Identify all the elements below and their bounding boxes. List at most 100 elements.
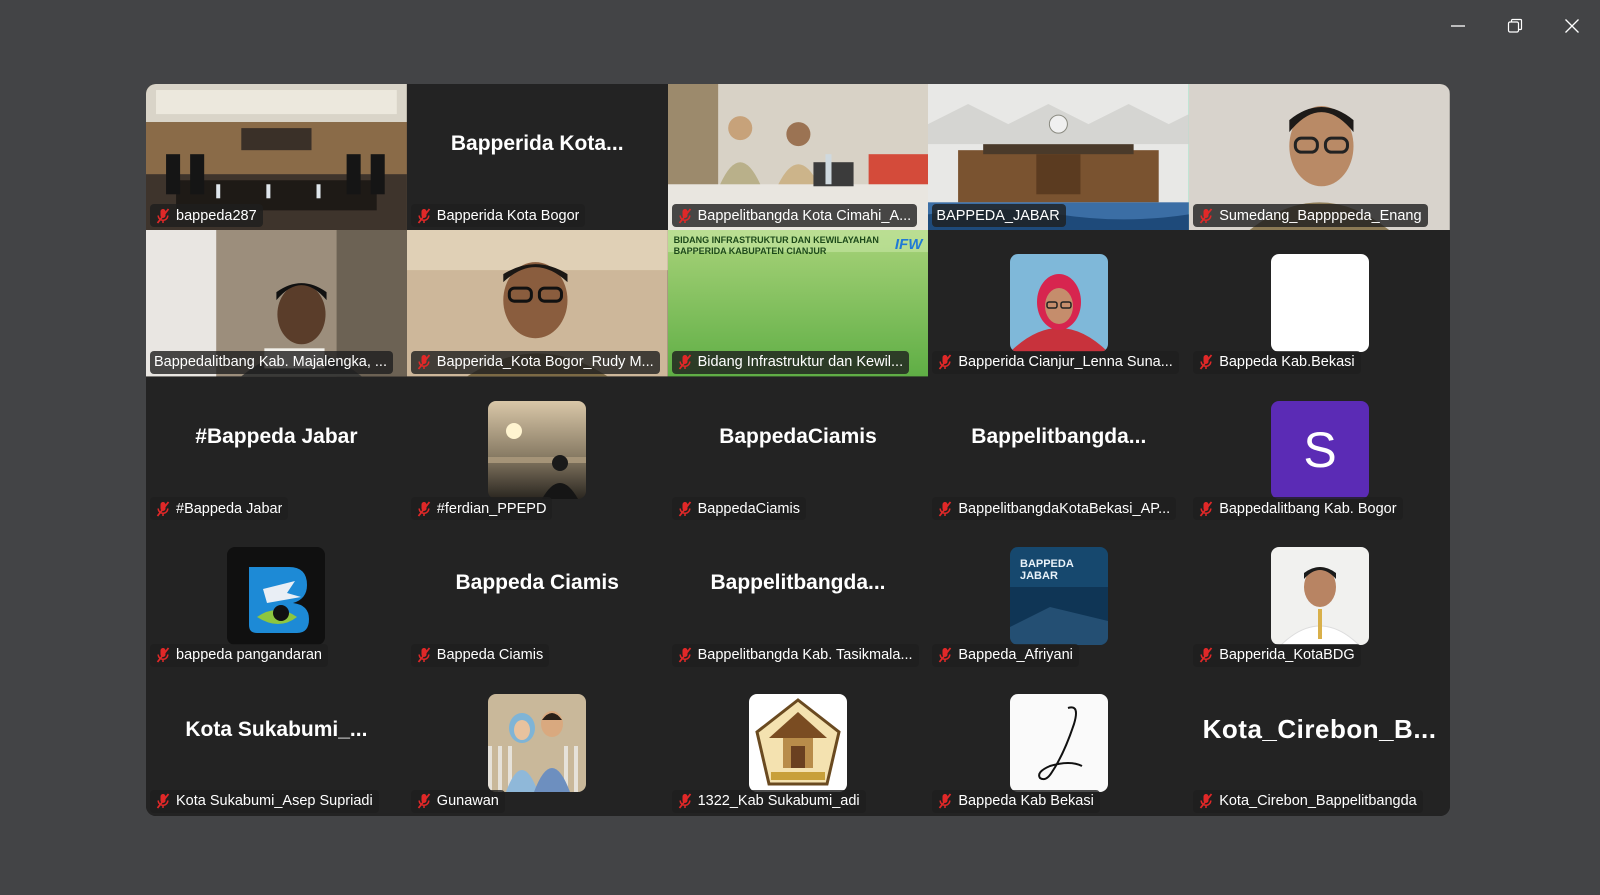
- participant-name-label: Bappeda_Afriyani: [932, 643, 1079, 667]
- participant-tile[interactable]: Bapperida_Kota Bogor_Rudy M...: [406, 230, 668, 377]
- participant-name-label: Kota_Cirebon_Bappelitbangda: [1193, 789, 1423, 813]
- banner-logo: IFW: [894, 236, 923, 254]
- muted-mic-icon: [415, 792, 433, 810]
- participant-name: Bidang Infrastruktur dan Kewil...: [697, 354, 904, 371]
- participant-name: Bapperida_KotaBDG: [1219, 647, 1355, 664]
- participant-tile[interactable]: Bappeda Kab Bekasi: [928, 669, 1190, 816]
- participant-display-name: Bapperida Kota...: [450, 132, 624, 155]
- participant-name: Bapperida Cianjur_Lenna Suna...: [958, 354, 1173, 371]
- muted-mic-icon: [936, 500, 954, 518]
- participant-tile[interactable]: BIDANG INFRASTRUKTUR DAN KEWILAYAHAN BAPP…: [667, 230, 929, 377]
- participant-display-name: BappedaCiamis: [719, 424, 877, 448]
- participant-name-label: Bappelitbangda Kota Cimahi_A...: [671, 204, 918, 228]
- participant-tile[interactable]: BappedaCiamis BappedaCiamis: [667, 376, 929, 524]
- participant-avatar: [227, 547, 326, 646]
- participant-name-label: Bapperida Kota Bogor: [410, 204, 586, 228]
- participant-tile[interactable]: Bapperida_KotaBDG: [1189, 523, 1450, 670]
- participant-tile[interactable]: Kota Sukabumi_... Kota Sukabumi_Asep Supr…: [146, 669, 407, 816]
- participant-avatar: BAPPEDA JABAR: [1009, 547, 1108, 646]
- muted-mic-icon: [415, 207, 433, 225]
- muted-mic-icon: [1197, 792, 1215, 810]
- participant-name-label: Bidang Infrastruktur dan Kewil...: [671, 350, 910, 374]
- participant-avatar: [1270, 547, 1369, 646]
- participant-tile[interactable]: Kota_Cirebon_B... Kota_Cirebon_Bappelitba…: [1189, 669, 1450, 816]
- participant-display-name: Bappeda Ciamis: [455, 571, 619, 595]
- participant-tile[interactable]: Sumedang_Bappppeda_Enang: [1189, 84, 1450, 231]
- participant-display-name: Bappelitbangda...: [710, 571, 886, 595]
- avatar-letter: S: [1303, 422, 1336, 478]
- close-icon: [1564, 19, 1579, 33]
- restore-button[interactable]: [1486, 0, 1543, 52]
- minimize-icon: [1450, 25, 1465, 27]
- participant-avatar: [1009, 254, 1108, 353]
- banner-subtitle: BAPPERIDA KABUPATEN CIANJUR: [673, 246, 827, 257]
- participant-display-name: Kota Sukabumi_...: [185, 717, 368, 741]
- muted-mic-icon: [415, 353, 433, 371]
- participant-name-label: Sumedang_Bappppeda_Enang: [1193, 204, 1428, 228]
- participant-name-label: Kota Sukabumi_Asep Supriadi: [150, 789, 379, 813]
- participant-tile[interactable]: Bappelitbangda Kota Cimahi_A...: [667, 84, 929, 231]
- participant-name-label: Bappeda Kab.Bekasi: [1193, 350, 1361, 374]
- participant-tile[interactable]: Bapperida Kota... Bapperida Kota Bogor: [406, 84, 668, 231]
- participant-name: BappedaCiamis: [697, 500, 800, 517]
- book-cover-text: BAPPEDA: [1020, 558, 1074, 570]
- participant-tile[interactable]: 1322_Kab Sukabumi_adi: [667, 669, 929, 816]
- participant-name-label: BAPPEDA_JABAR: [932, 204, 1066, 228]
- participant-name-label: Bappedalitbang Kab. Majalengka, ...: [150, 350, 393, 374]
- participant-name-label: bappeda287: [150, 204, 263, 228]
- restore-icon: [1507, 18, 1522, 33]
- participant-tile[interactable]: BAPPEDA JABAR Bappeda_Afriyani: [928, 523, 1190, 670]
- muted-mic-icon: [676, 353, 694, 371]
- close-button[interactable]: [1543, 0, 1600, 52]
- window-controls: [1429, 0, 1600, 52]
- participant-name-label: Bapperida_KotaBDG: [1193, 643, 1361, 667]
- participant-tile[interactable]: Bappelitbangda... BappelitbangdaKotaBekas…: [928, 376, 1190, 524]
- participant-tile[interactable]: Bappeda Kab.Bekasi: [1189, 230, 1450, 377]
- participant-name: Gunawan: [436, 793, 499, 810]
- participant-name-label: Bappeda Ciamis: [410, 643, 550, 667]
- muted-mic-icon: [1197, 207, 1215, 225]
- muted-mic-icon: [936, 646, 954, 664]
- participant-avatar: [488, 400, 587, 499]
- participant-tile[interactable]: Bappeda Ciamis Bappeda Ciamis: [406, 523, 668, 670]
- participant-name: Bappeda Kab.Bekasi: [1219, 354, 1355, 371]
- participant-name: Bappeda_Afriyani: [958, 647, 1073, 664]
- participant-name: Bapperida_Kota Bogor_Rudy M...: [436, 354, 654, 371]
- participant-tile[interactable]: Gunawan: [406, 669, 668, 816]
- participant-name-label: BappelitbangdaKotaBekasi_AP...: [932, 497, 1177, 521]
- participant-display-name: #Bappeda Jabar: [195, 424, 358, 448]
- minimize-button[interactable]: [1429, 0, 1486, 52]
- muted-mic-icon: [936, 792, 954, 810]
- participant-name: Kota Sukabumi_Asep Supriadi: [176, 793, 373, 810]
- participant-tile[interactable]: Bappedalitbang Kab. Majalengka, ...: [146, 230, 407, 377]
- participant-name-label: #ferdian_PPEPD: [410, 497, 553, 521]
- participant-name: BappelitbangdaKotaBekasi_AP...: [958, 500, 1171, 517]
- muted-mic-icon: [676, 207, 694, 225]
- banner-title: BIDANG INFRASTRUKTUR DAN KEWILAYAHAN: [673, 235, 879, 246]
- participant-name-label: #Bappeda Jabar: [150, 497, 289, 521]
- video-gallery: bappeda287 Bapperida Kota... Bapperida Kot…: [146, 84, 1450, 816]
- participant-name: Sumedang_Bappppeda_Enang: [1219, 207, 1422, 224]
- participant-tile[interactable]: #ferdian_PPEPD: [406, 376, 668, 524]
- muted-mic-icon: [676, 500, 694, 518]
- muted-mic-icon: [936, 353, 954, 371]
- participant-tile[interactable]: Bappelitbangda... Bappelitbangda Kab. Tas…: [667, 523, 929, 670]
- participant-tile[interactable]: Bapperida Cianjur_Lenna Suna...: [928, 230, 1190, 377]
- participant-name: Bappelitbangda Kab. Tasikmala...: [697, 647, 913, 664]
- participant-name-label: Bapperida Cianjur_Lenna Suna...: [932, 350, 1179, 374]
- participant-tile[interactable]: S Bappedalitbang Kab. Bogor: [1189, 376, 1450, 524]
- participant-name: BAPPEDA_JABAR: [936, 207, 1060, 224]
- participant-name: bappeda pangandaran: [176, 647, 322, 664]
- muted-mic-icon: [1197, 646, 1215, 664]
- participant-tile[interactable]: BAPPEDA_JABAR: [928, 84, 1190, 231]
- participant-name: 1322_Kab Sukabumi_adi: [697, 793, 860, 810]
- participant-tile[interactable]: bappeda287: [146, 84, 407, 231]
- participant-tile[interactable]: bappeda pangandaran: [146, 523, 407, 670]
- participant-display-name: Kota_Cirebon_B...: [1202, 714, 1437, 745]
- participant-name-label: BappedaCiamis: [671, 497, 806, 521]
- participant-avatar: [748, 693, 847, 792]
- participant-tile[interactable]: #Bappeda Jabar #Bappeda Jabar: [146, 376, 407, 524]
- participant-name: Bappedalitbang Kab. Bogor: [1219, 500, 1397, 517]
- muted-mic-icon: [415, 500, 433, 518]
- muted-mic-icon: [415, 646, 433, 664]
